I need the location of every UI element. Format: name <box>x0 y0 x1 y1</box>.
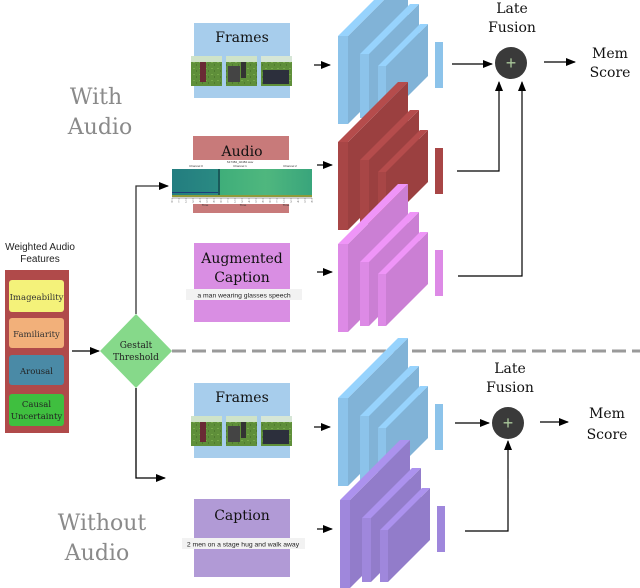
frame-thumbnails-bottom <box>191 416 292 446</box>
feature-causal-label: Causal <box>22 400 51 410</box>
conv-layer-front <box>378 274 386 326</box>
mem-score-bottom-line2: Score <box>587 427 628 443</box>
spectrogram-axis-1: Time <box>240 203 247 207</box>
augmented-caption-line1: Augmented <box>200 251 283 267</box>
branch-with-audio <box>135 182 169 314</box>
with-audio-label: With Audio <box>67 85 132 140</box>
spectrogram-channel-2: Channel 2 <box>283 164 297 168</box>
conv-layer-front <box>338 398 348 486</box>
feature-vector <box>435 42 443 88</box>
arrow-audio-to-fusion <box>457 81 503 172</box>
without-audio-line1: Without <box>58 511 147 536</box>
spectrogram-channel-0-plot <box>172 169 218 195</box>
mem-score-top: Mem Score <box>590 46 631 81</box>
conv-layer-front <box>338 244 348 332</box>
caption-text: 2 men on a stage hug and walk away <box>187 542 300 549</box>
conv-layer-front <box>360 262 369 326</box>
feature-uncertainty-label: Uncertainty <box>11 412 63 422</box>
augmented-caption-input: Augmented Caption a man wearing glasses … <box>186 243 302 322</box>
conv-layer-front <box>338 142 348 230</box>
conv-layer-front <box>362 518 371 582</box>
mem-score-top-line1: Mem <box>592 46 628 62</box>
without-audio-line2: Audio <box>64 541 129 566</box>
conv-layer-front <box>340 500 350 588</box>
weighted-features-title-line2: Features <box>20 254 59 265</box>
audio-label: Audio <box>221 144 263 160</box>
mem-score-bottom: Mem Score <box>587 406 628 443</box>
with-audio-line2: Audio <box>67 115 132 140</box>
feature-familiarity-label: Familiarity <box>13 330 60 340</box>
mem-score-top-line2: Score <box>590 65 631 81</box>
branch-without-audio <box>135 388 166 482</box>
feature-arousal-label: Arousal <box>19 367 53 377</box>
conv-layer-front <box>338 36 348 124</box>
gestalt-diamond <box>100 314 172 388</box>
without-audio-label: Without Audio <box>58 511 147 566</box>
augmented-caption-text: a man wearing glasses speech <box>197 293 291 300</box>
arrow-caption-to-fusion <box>465 440 512 532</box>
frames-label-bottom: Frames <box>215 390 269 406</box>
conv-layer-front <box>360 416 369 480</box>
plus-icon: + <box>503 413 514 433</box>
weighted-features-title-line1: Weighted Audio <box>5 242 75 253</box>
arrow-augcaption-to-fusion <box>458 81 526 277</box>
frames-label-top: Frames <box>215 30 269 46</box>
augmented-caption-line2: Caption <box>214 270 270 286</box>
caption-input: Caption 2 men on a stage hug and walk aw… <box>182 499 305 577</box>
late-fusion-bottom-line2: Fusion <box>486 380 534 396</box>
mem-score-bottom-line1: Mem <box>589 406 625 422</box>
spectrogram-channel-0: Channel 0 <box>189 164 203 168</box>
spectrogram-tick-label: 0 <box>171 200 173 204</box>
gestalt-threshold: Gestalt Threshold <box>100 314 172 388</box>
feature-vector <box>435 250 443 296</box>
feature-vector <box>435 148 443 194</box>
feature-imageability-label: Imageability <box>10 293 64 303</box>
gestalt-line2: Threshold <box>113 353 159 363</box>
frame-thumbnails-top <box>191 56 292 86</box>
feature-vector <box>437 506 445 552</box>
late-fusion-bottom: Late Fusion + <box>486 361 534 439</box>
late-fusion-bottom-line1: Late <box>494 361 526 377</box>
with-audio-line1: With <box>70 85 122 110</box>
feature-vector <box>435 404 443 450</box>
model-diagram: With Audio Without Audio Weighted Audio … <box>5 0 640 588</box>
spectrogram-axis-0: Time <box>202 203 209 207</box>
conv-layer-front <box>360 54 369 118</box>
late-fusion-top-line1: Late <box>496 1 528 17</box>
plus-icon: + <box>506 53 517 73</box>
weighted-audio-features: Weighted Audio Features Imageability Fam… <box>5 242 75 433</box>
gestalt-line1: Gestalt <box>120 341 153 351</box>
conv-layer-front <box>380 530 388 582</box>
caption-label: Caption <box>214 508 270 524</box>
late-fusion-top: Late Fusion + <box>488 1 536 79</box>
frames-input-top: Frames <box>191 23 292 98</box>
audio-input: Audio S17384_02484.wav Channel 0 Channel… <box>171 136 313 213</box>
spectrogram-channel-1: Channel 1 <box>233 164 247 168</box>
spectrogram-channel-1-2-plot <box>220 169 312 195</box>
spectrogram-axis-2: Time <box>283 203 290 207</box>
frames-input-bottom: Frames <box>191 383 292 458</box>
late-fusion-top-line2: Fusion <box>488 20 536 36</box>
